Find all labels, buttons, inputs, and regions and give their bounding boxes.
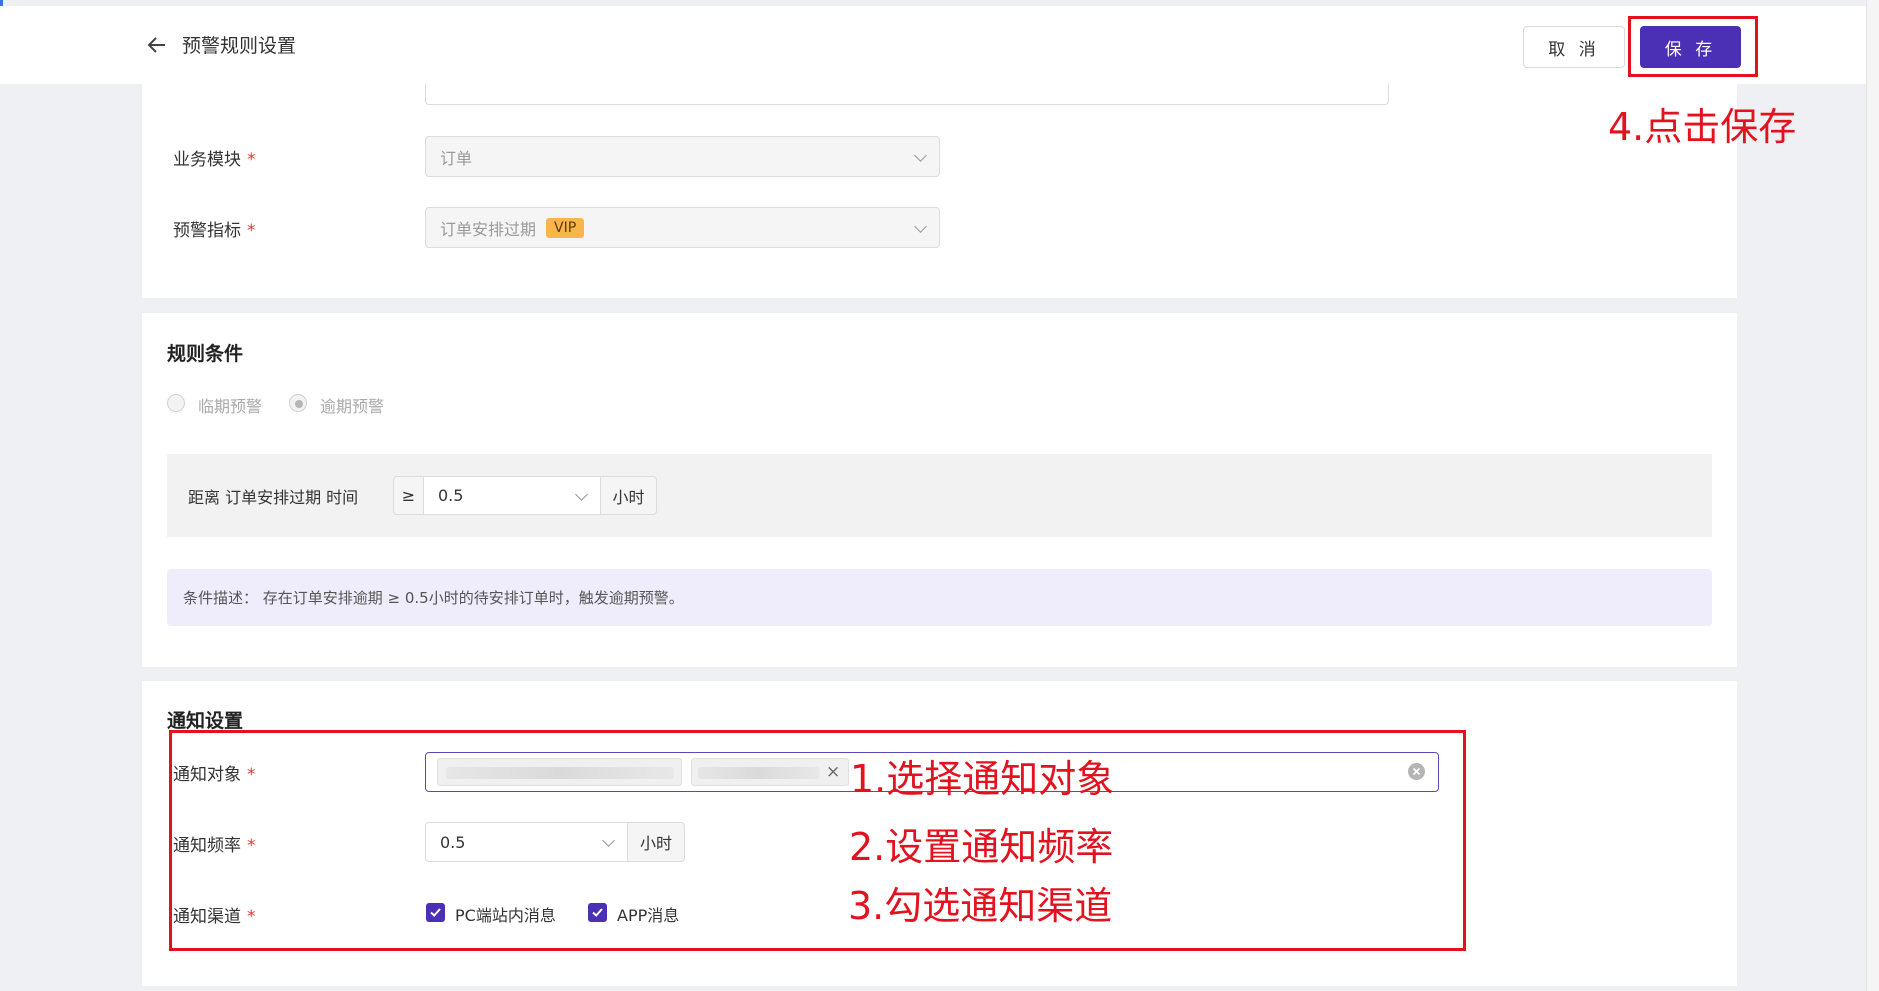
vertical-scrollbar[interactable] — [1866, 0, 1879, 991]
chevron-down-icon — [914, 148, 927, 162]
chevron-down-icon — [914, 219, 927, 233]
condition-description: 条件描述： 存在订单安排逾期 ≥ 0.5小时的待安排订单时，触发逾期预警。 — [167, 569, 1712, 626]
threshold-select[interactable]: 0.5 — [423, 476, 601, 515]
module-select: 订单 — [425, 136, 940, 177]
arrow-left-icon[interactable] — [146, 34, 168, 56]
indicator-select: 订单安排过期 VIP — [425, 207, 940, 248]
distance-label: 距离 订单安排过期 时间 — [188, 488, 359, 507]
indicator-value: 订单安排过期 — [440, 219, 537, 239]
indicator-label: 预警指标 * — [173, 221, 256, 241]
threshold-value: 0.5 — [438, 486, 464, 505]
radio-upcoming-label: 临期预警 — [198, 397, 263, 416]
required-mark: * — [247, 221, 256, 241]
cancel-button[interactable]: 取 消 — [1523, 26, 1625, 68]
radio-upcoming — [167, 394, 185, 412]
annotation-frame-notify — [169, 730, 1466, 951]
page-title: 预警规则设置 — [182, 35, 297, 57]
annotation-frame-save — [1628, 16, 1758, 77]
radio-overdue-label: 逾期预警 — [320, 397, 385, 416]
required-mark: * — [247, 150, 256, 170]
annotation-step1: 1.选择通知对象 — [850, 757, 1115, 801]
module-label: 业务模块 * — [173, 150, 256, 170]
vip-badge: VIP — [546, 217, 585, 238]
threshold-unit: 小时 — [600, 476, 657, 515]
operator-addon: ≥ — [393, 476, 424, 515]
annotation-step3: 3.勾选通知渠道 — [848, 884, 1113, 928]
notify-section-title: 通知设置 — [167, 710, 244, 732]
radio-overdue — [289, 394, 307, 412]
rule-section-title: 规则条件 — [167, 343, 244, 365]
chevron-down-icon — [575, 487, 588, 501]
previous-input-field[interactable] — [425, 84, 1389, 105]
module-value: 订单 — [440, 148, 473, 168]
basic-info-card — [142, 84, 1737, 298]
annotation-step2: 2.设置通知频率 — [849, 825, 1114, 869]
annotation-step4: 4.点击保存 — [1608, 105, 1797, 149]
